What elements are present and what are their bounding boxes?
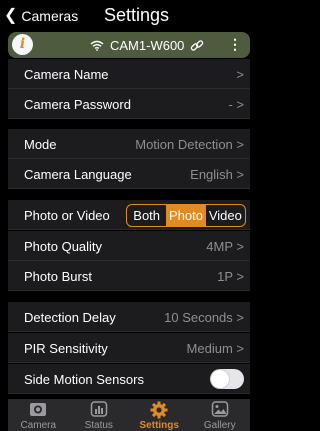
status-icon bbox=[69, 401, 130, 419]
photo-burst-value: 1P > bbox=[217, 269, 244, 284]
page-title: Settings bbox=[104, 5, 170, 25]
camera-icon bbox=[8, 401, 69, 419]
segment-video[interactable]: Video bbox=[206, 205, 245, 226]
tab-camera[interactable]: Camera bbox=[8, 399, 69, 431]
tab-gallery-label: Gallery bbox=[203, 420, 236, 431]
photo-quality-row[interactable]: Photo Quality 4MP > bbox=[8, 231, 250, 261]
device-name-group: CAM1-W600 bbox=[90, 38, 204, 53]
photo-or-video-label: Photo or Video bbox=[24, 208, 110, 223]
photo-burst-row[interactable]: Photo Burst 1P > bbox=[8, 261, 250, 291]
tab-settings[interactable]: Settings bbox=[129, 399, 190, 431]
device-name: CAM1-W600 bbox=[110, 38, 185, 53]
mode-label: Mode bbox=[24, 137, 57, 152]
pir-sensitivity-row[interactable]: PIR Sensitivity Medium > bbox=[8, 333, 250, 363]
toggle-knob bbox=[211, 370, 229, 388]
segment-photo[interactable]: Photo bbox=[166, 205, 206, 226]
camera-password-value: - > bbox=[228, 97, 244, 112]
camera-language-row[interactable]: Camera Language English > bbox=[8, 159, 250, 189]
tab-camera-label: Camera bbox=[20, 420, 57, 431]
camera-password-row[interactable]: Camera Password - > bbox=[8, 89, 250, 119]
segment-both[interactable]: Both bbox=[127, 205, 166, 226]
settings-gear-icon bbox=[129, 401, 190, 419]
camera-name-value: > bbox=[236, 67, 244, 82]
tab-settings-label: Settings bbox=[139, 420, 179, 431]
photo-burst-label: Photo Burst bbox=[24, 269, 92, 284]
info-icon[interactable]: i bbox=[12, 34, 33, 55]
top-bar: ❮ Cameras Settings bbox=[0, 0, 256, 32]
device-bar: i CAM1-W600 ⋮ bbox=[8, 32, 250, 58]
pir-sensitivity-label: PIR Sensitivity bbox=[24, 341, 108, 356]
tab-bar: Camera Status Settings Gallery bbox=[8, 399, 250, 431]
detection-delay-row[interactable]: Detection Delay 10 Seconds > bbox=[8, 302, 250, 332]
back-label: Cameras bbox=[21, 8, 79, 24]
side-motion-sensors-toggle[interactable] bbox=[210, 369, 244, 389]
camera-language-label: Camera Language bbox=[24, 167, 132, 182]
link-icon[interactable] bbox=[190, 39, 204, 53]
photo-quality-value: 4MP > bbox=[206, 239, 244, 254]
camera-password-label: Camera Password bbox=[24, 97, 131, 112]
chevron-left-icon: ❮ bbox=[4, 7, 18, 24]
pir-sensitivity-value: Medium > bbox=[186, 341, 244, 356]
mode-value: Motion Detection > bbox=[135, 137, 244, 152]
tab-gallery[interactable]: Gallery bbox=[190, 399, 251, 431]
detection-delay-label: Detection Delay bbox=[24, 310, 116, 325]
tab-status[interactable]: Status bbox=[69, 399, 130, 431]
photo-video-segmented-control[interactable]: Both Photo Video bbox=[126, 204, 246, 227]
camera-name-row[interactable]: Camera Name > bbox=[8, 59, 250, 89]
side-motion-sensors-row: Side Motion Sensors bbox=[8, 364, 250, 394]
photo-quality-label: Photo Quality bbox=[24, 239, 103, 254]
back-button[interactable]: ❮ Cameras bbox=[4, 7, 79, 25]
mode-row[interactable]: Mode Motion Detection > bbox=[8, 129, 250, 159]
wifi-icon bbox=[90, 40, 104, 51]
tab-status-label: Status bbox=[84, 420, 113, 431]
camera-name-label: Camera Name bbox=[24, 67, 109, 82]
camera-language-value: English > bbox=[190, 167, 244, 182]
side-motion-sensors-label: Side Motion Sensors bbox=[24, 372, 144, 387]
detection-delay-value: 10 Seconds > bbox=[164, 310, 244, 325]
photo-or-video-row: Photo or Video Both Photo Video bbox=[8, 200, 250, 230]
gallery-icon bbox=[190, 401, 251, 419]
more-options-icon[interactable]: ⋮ bbox=[228, 36, 242, 53]
